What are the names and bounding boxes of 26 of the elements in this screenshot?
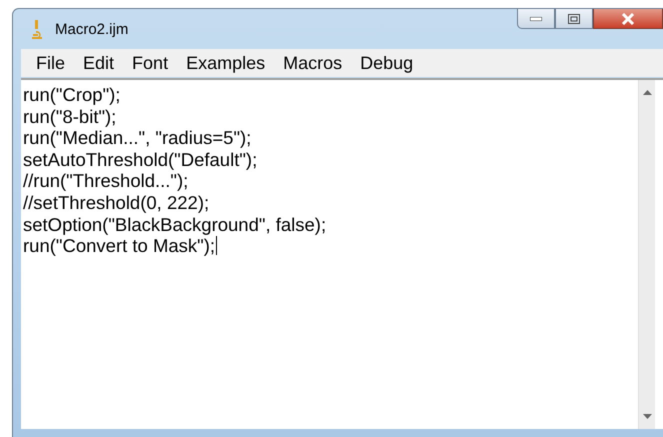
menu-item[interactable]: Font: [123, 52, 178, 74]
code-line: setAutoThreshold("Default");: [23, 148, 258, 170]
scroll-down-icon[interactable]: [642, 414, 652, 419]
scrollbar[interactable]: [638, 80, 655, 429]
text-cursor: [216, 236, 218, 256]
menu-item[interactable]: Debug: [351, 52, 422, 74]
code-line: //run("Threshold...");: [23, 170, 188, 192]
code-line: run("Convert to Mask");: [23, 235, 216, 257]
close-icon: [621, 12, 635, 24]
menu-item[interactable]: File: [27, 52, 74, 74]
maximize-icon: [568, 14, 580, 24]
code-line: //setThreshold(0, 222);: [23, 192, 210, 214]
close-button[interactable]: [593, 9, 663, 29]
scroll-up-icon[interactable]: [642, 90, 652, 95]
code-line: run("8-bit");: [23, 106, 116, 128]
window-title: Macro2.ijm: [55, 20, 128, 38]
microscope-icon: [29, 19, 43, 39]
menu-item[interactable]: Examples: [177, 52, 274, 74]
menu-item[interactable]: Edit: [74, 52, 124, 74]
minimize-button[interactable]: [517, 9, 555, 29]
code-line: run("Median...", "radius=5");: [23, 127, 252, 149]
code-line: run("Crop");: [23, 84, 120, 106]
minimize-icon: [530, 16, 542, 20]
code-line: setOption("BlackBackground", false);: [23, 214, 326, 236]
menu-item[interactable]: Macros: [274, 52, 352, 74]
maximize-button[interactable]: [555, 9, 593, 29]
